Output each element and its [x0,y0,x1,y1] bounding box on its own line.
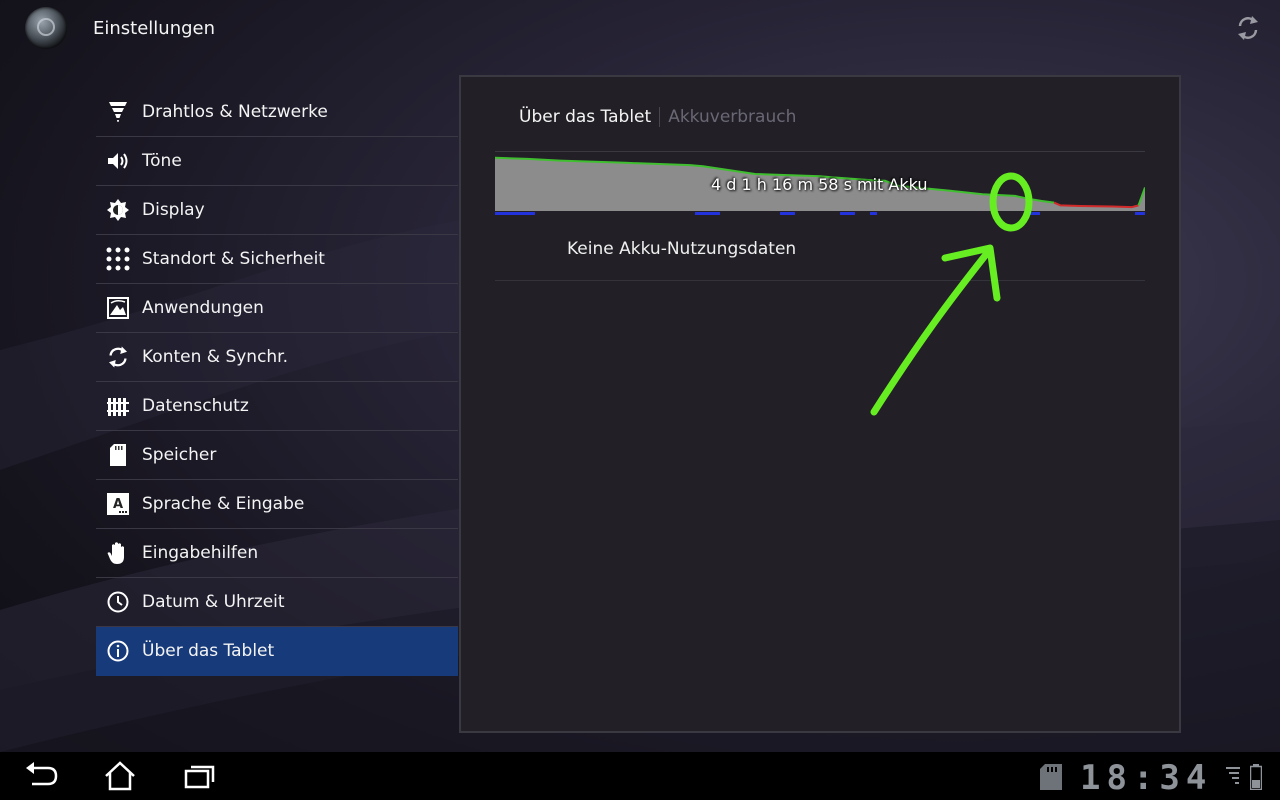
activity-mark [780,212,795,215]
menu-item-label: Sprache & Eingabe [142,494,305,514]
menu-item-privacy[interactable]: Datenschutz [96,382,458,431]
location-grid-icon [106,247,130,271]
privacy-fence-icon [106,394,130,418]
activity-mark [695,212,720,215]
sd-card-icon [1040,764,1062,790]
activity-mark [1135,212,1145,215]
menu-item-label: Über das Tablet [142,641,275,661]
menu-item-accessibility[interactable]: Eingabehilfen [96,529,458,578]
menu-item-label: Anwendungen [142,298,264,318]
page-title: Einstellungen [93,18,216,39]
menu-item-label: Datum & Uhrzeit [142,592,285,612]
menu-item-wireless[interactable]: Drahtlos & Netzwerke [96,88,458,137]
menu-item-label: Datenschutz [142,396,249,416]
menu-item-display[interactable]: Display [96,186,458,235]
menu-item-storage[interactable]: Speicher [96,431,458,480]
menu-item-about-tablet[interactable]: Über das Tablet [96,627,458,676]
recent-apps-icon[interactable] [178,760,222,792]
details-panel: Über das Tablet Akkuverbrauch 4 d 1 h 16 … [459,75,1181,733]
system-bar: 18:34 [0,752,1280,800]
menu-item-label: Speicher [142,445,217,465]
breadcrumb-battery-usage: Akkuverbrauch [668,107,797,127]
clock-icon [106,590,130,614]
battery-level-line-low [1053,201,1139,209]
hand-icon [106,541,130,565]
action-bar: Einstellungen [0,0,1280,58]
battery-icon [1250,764,1262,790]
divider [495,151,1145,152]
menu-item-apps[interactable]: Anwendungen [96,284,458,333]
svg-text:A: A [113,497,123,512]
info-icon [106,639,130,663]
brightness-icon [106,198,130,222]
menu-item-date-time[interactable]: Datum & Uhrzeit [96,578,458,627]
no-usage-data-message: Keine Akku-Nutzungsdaten [567,239,797,259]
breadcrumb-about-tablet[interactable]: Über das Tablet [519,107,651,127]
activity-mark [1030,212,1040,215]
settings-app-icon[interactable] [25,7,67,49]
menu-item-label: Konten & Synchr. [142,347,289,367]
signal-icon [1226,767,1240,784]
wireless-icon [106,100,130,124]
sync-icon [106,345,130,369]
menu-item-language-input[interactable]: A Sprache & Eingabe [96,480,458,529]
settings-menu: Drahtlos & Netzwerke Töne Display Stando… [96,88,458,676]
breadcrumb: Über das Tablet Akkuverbrauch [519,107,796,127]
home-icon[interactable] [98,760,142,792]
menu-item-accounts-sync[interactable]: Konten & Synchr. [96,333,458,382]
battery-duration-label: 4 d 1 h 16 m 58 s mit Akku [711,175,928,194]
activity-mark [840,212,855,215]
menu-item-label: Drahtlos & Netzwerke [142,102,328,122]
apps-icon [106,296,130,320]
menu-item-location-security[interactable]: Standort & Sicherheit [96,235,458,284]
divider [495,280,1145,281]
activity-mark [870,212,877,215]
sync-icon[interactable] [1232,12,1264,44]
language-icon: A [106,492,130,516]
speaker-icon [106,149,130,173]
back-icon[interactable] [18,760,62,792]
status-clock: 18:34 [1080,758,1213,798]
activity-mark [495,212,535,215]
breadcrumb-separator [659,107,661,127]
menu-item-label: Töne [142,151,182,171]
menu-item-label: Eingabehilfen [142,543,259,563]
sd-card-icon [106,443,130,467]
menu-item-label: Display [142,200,205,220]
menu-item-label: Standort & Sicherheit [142,249,325,269]
battery-history-chart[interactable]: 4 d 1 h 16 m 58 s mit Akku [494,153,1146,217]
menu-item-sound[interactable]: Töne [96,137,458,186]
